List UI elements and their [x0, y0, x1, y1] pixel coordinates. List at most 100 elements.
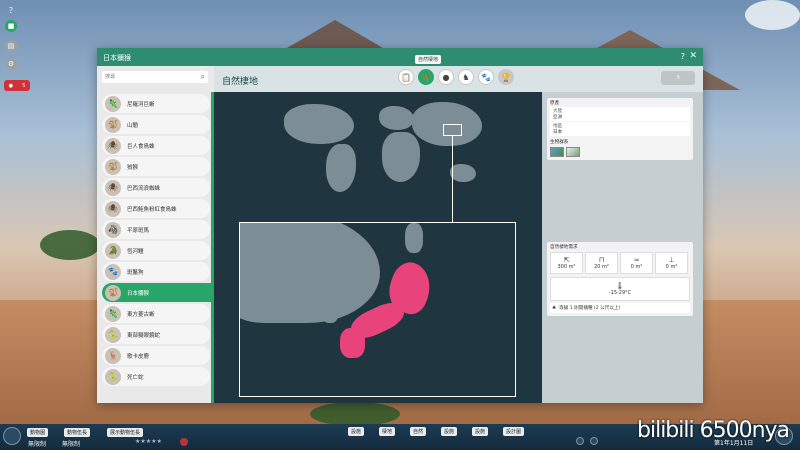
habitat-tool[interactable]: 棲地 [379, 427, 396, 436]
species-thumb-icon: 🦌 [105, 347, 121, 364]
tree-icon: ♣ [552, 305, 557, 311]
region-value: 日本 [553, 130, 563, 135]
alert-icon[interactable] [180, 438, 188, 446]
tab-icons: 📋 🌴 ● ♞ 🐾 🏆 [398, 69, 514, 85]
zoom-indicator [443, 124, 462, 136]
species-list-item[interactable]: 🦓 平原斑馬 [102, 220, 210, 239]
food-icon[interactable]: ● [438, 69, 454, 85]
land-korea [320, 283, 340, 323]
species-thumb-icon: 🦓 [105, 221, 121, 238]
search-icon[interactable]: ⌕ [201, 72, 205, 82]
species-name: 平原斑馬 [127, 227, 150, 234]
habitat-map [214, 92, 542, 403]
species-name: 斑鬣狗 [127, 269, 144, 276]
deep-water-value: 0 m² [665, 264, 678, 270]
game-date: 第1年1月11日 [714, 440, 754, 447]
section-title: 自然棲地 [222, 77, 259, 87]
biome-temperate-icon[interactable] [550, 147, 564, 157]
habitat-condition-text: 等級 1 則開播種 (2 公尺以上) [559, 306, 621, 311]
land-sakhalin [405, 223, 423, 253]
biome-tundra-icon[interactable] [566, 147, 580, 157]
species-thumb-icon: 🐾 [105, 263, 121, 280]
species-list-item[interactable]: 🦎 尼羅河巨蜥 [102, 94, 210, 113]
origin-label: 原產 [550, 101, 560, 106]
species-name: 巴西鮭魚粉紅食鳥蛛 [127, 206, 177, 213]
species-name: 東方菱古蜥 [127, 311, 155, 318]
species-list-item[interactable]: 🐒 山魈 [102, 115, 210, 134]
help-icon[interactable]: ? [5, 4, 17, 16]
species-list-item[interactable]: 🐒 狨猴 [102, 157, 210, 176]
region-key: 地區 [553, 124, 563, 129]
thermometer-icon: 🌡 [615, 282, 625, 290]
trophy-icon[interactable]: 🏆 [498, 69, 514, 85]
zoo-status-icon[interactable] [3, 427, 21, 445]
climbing-area-req: ⊓ 20 m² [585, 252, 618, 274]
facilities-tool-2[interactable]: 設施 [441, 427, 458, 436]
rating-stars: ★★★★★ [135, 438, 162, 445]
requirements-card: 自然棲地需求 ⇱ 300 m² ⊓ 20 m² ≈ 0 m² ⊥ 0 m² 🌡 … [547, 242, 693, 316]
person-icon: ● [8, 82, 13, 89]
requirements-label: 自然棲地需求 [550, 245, 578, 250]
species-name: 山魈 [127, 122, 139, 129]
species-name: 日本獼猴 [127, 290, 150, 297]
species-list-item[interactable]: 🦎 東方菱古蜥 [102, 304, 210, 323]
objectives-icon[interactable]: ■ [5, 20, 17, 32]
species-list-item[interactable]: 🐍 死亡蛇 [102, 367, 210, 386]
land-area-req: ⇱ 300 m² [550, 252, 583, 274]
land-area-icon: ⇱ [563, 256, 570, 264]
camera-icon[interactable] [576, 437, 584, 445]
species-name: 狨猴 [127, 164, 139, 171]
species-list-item[interactable]: 🐍 東部擬眼鏡蛇 [102, 325, 210, 344]
species-thumb-icon: 🦎 [105, 95, 121, 112]
water-icon: ≈ [633, 256, 640, 264]
species-thumb-icon: 🐍 [105, 368, 121, 385]
species-list-item[interactable]: 🐊 恆河鱷 [102, 241, 210, 260]
facilities-tool-3[interactable]: 設施 [472, 427, 489, 436]
exhibit-staff-button[interactable]: 展示動物伍長 [107, 428, 144, 437]
species-thumb-icon: 🐊 [105, 242, 121, 259]
close-icon[interactable]: ✕ [689, 51, 697, 61]
window-help-icon[interactable]: ? [681, 52, 685, 61]
species-list-item[interactable]: 🐾 斑鬣狗 [102, 262, 210, 281]
habitat-icon[interactable]: 🌴 [418, 69, 434, 85]
enrichment-icon[interactable]: ♞ [458, 69, 474, 85]
species-list-item[interactable]: 🕷 巴西鮭魚粉紅食鳥蛛 [102, 199, 210, 218]
biome-icons [547, 145, 693, 160]
species-list-item[interactable]: 🦌 歌卡皮鹿 [102, 346, 210, 365]
species-name: 巨人食鳥蛛 [127, 143, 155, 150]
species-list-item[interactable]: 🐒 日本獼猴 [102, 283, 213, 302]
background-palm [310, 402, 400, 426]
window-header: 日本獼猴 ? ✕ [97, 48, 703, 66]
info-panel: 原產 大陸 亞洲 地區 日本 生物群系 自然棲地需求 ⇱ 300 m² ⊓ 20… [542, 92, 703, 403]
species-thumb-icon: 🕷 [105, 179, 121, 196]
species-list-item[interactable]: 🕷 巨人食鳥蛛 [102, 136, 210, 155]
finance-icon[interactable]: ▤ [5, 40, 17, 52]
origin-card: 原產 大陸 亞洲 地區 日本 生物群系 [547, 98, 693, 160]
compare-button[interactable]: ⚗ [661, 71, 695, 85]
zoo-button[interactable]: 動物園 [27, 428, 49, 437]
search-input[interactable] [105, 73, 195, 81]
blueprint-tool[interactable]: 設計圖 [503, 427, 525, 436]
species-thumb-icon: 🐒 [105, 116, 121, 133]
nature-tool[interactable]: 自然 [410, 427, 427, 436]
speed-icon[interactable] [590, 437, 598, 445]
facilities-tool[interactable]: 設施 [348, 427, 365, 436]
overview-icon[interactable]: 📋 [398, 69, 414, 85]
animal-staff-button[interactable]: 動物伍長 [64, 428, 91, 437]
tab-tooltip: 自然棲地 [415, 55, 442, 64]
social-icon[interactable]: 🐾 [478, 69, 494, 85]
habitat-condition-row: ♣ 等級 1 則開播種 (2 公尺以上) [550, 303, 690, 313]
species-list-item[interactable]: 🕷 巴西流浪蜘蛛 [102, 178, 210, 197]
temperature-box: 🌡 -15-29°C [550, 277, 690, 301]
deep-water-icon: ⊥ [668, 256, 675, 264]
zoom-connector [452, 136, 453, 222]
japan-habitat-range [340, 328, 365, 358]
settings-icon[interactable]: ⚙ [5, 58, 17, 70]
background-sun [745, 0, 800, 30]
alert-badge[interactable]: ● 5 [4, 80, 30, 91]
species-name: 尼羅河巨蜥 [127, 101, 155, 108]
water-area-req: ≈ 0 m² [620, 252, 653, 274]
species-name: 死亡蛇 [127, 374, 144, 381]
species-thumb-icon: 🐍 [105, 326, 121, 343]
search-box[interactable]: ⌕ [102, 71, 208, 83]
